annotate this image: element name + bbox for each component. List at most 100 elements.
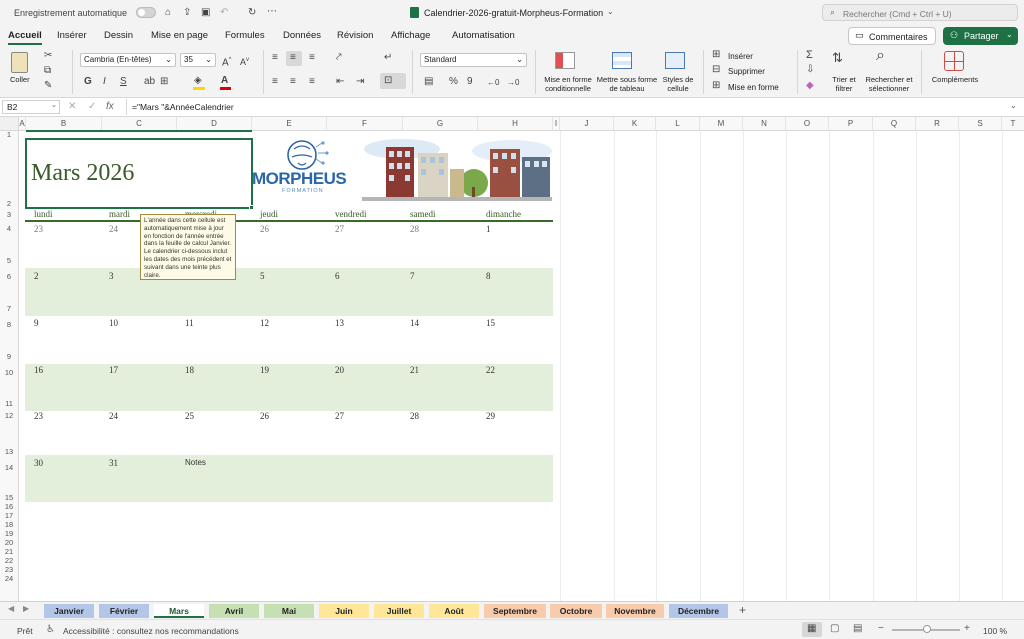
conditional-format-icon[interactable] (555, 52, 575, 69)
day-cell[interactable]: 16 (34, 365, 43, 375)
day-cell[interactable]: 27 (335, 411, 344, 421)
table-format-label[interactable]: Mettre sous forme de tableau (596, 75, 658, 93)
column-header-n[interactable]: N (743, 117, 786, 131)
align-left-icon[interactable]: ≡ (272, 76, 278, 88)
row-header-19[interactable]: 19 (0, 529, 19, 538)
row-header-11[interactable]: 11 (0, 397, 19, 411)
font-size-select[interactable]: 35 ⌄ (180, 53, 216, 67)
tab-accueil[interactable]: Accueil (8, 30, 42, 45)
merge-center-button[interactable]: ⊡ (380, 73, 406, 89)
row-header-15[interactable]: 15 (0, 493, 19, 502)
day-cell[interactable]: 13 (335, 318, 344, 328)
row-header-22[interactable]: 22 (0, 556, 19, 565)
day-cell[interactable]: 22 (486, 365, 495, 375)
sheet-tab-fevrier[interactable]: Février (99, 604, 149, 618)
column-header-l[interactable]: L (656, 117, 700, 131)
column-header-o[interactable]: O (786, 117, 829, 131)
day-cell[interactable]: 2 (34, 271, 39, 281)
column-header-a[interactable]: A (19, 117, 26, 131)
redo-icon[interactable]: ↻ (248, 7, 256, 19)
row-header-6[interactable]: 6 (0, 268, 19, 302)
day-cell[interactable]: 24 (109, 411, 118, 421)
accessibility-status[interactable]: Accessibilité : consultez nos recommanda… (63, 626, 239, 636)
zoom-in-icon[interactable]: + (964, 623, 970, 634)
column-header-e[interactable]: E (252, 117, 327, 131)
decrease-font-icon[interactable]: Av (240, 54, 249, 68)
cancel-icon[interactable]: ✕ (68, 101, 76, 113)
search-input[interactable]: Rechercher (Cmd + Ctrl + U) (843, 9, 952, 19)
home-icon[interactable]: ⌂ (165, 7, 171, 19)
sheet-tab-janvier[interactable]: Janvier (44, 604, 94, 618)
row-header-5[interactable]: 5 (0, 254, 19, 268)
column-header-t[interactable]: T (1002, 117, 1024, 131)
day-cell[interactable]: 29 (486, 411, 495, 421)
column-header-j[interactable]: J (560, 117, 614, 131)
row-header-10[interactable]: 10 (0, 364, 19, 397)
sheet-tab-mai[interactable]: Mai (264, 604, 314, 618)
row-header-9[interactable]: 9 (0, 350, 19, 364)
title-cell-selected[interactable]: Mars 2026 (25, 138, 254, 210)
row-header-20[interactable]: 20 (0, 538, 19, 547)
day-cell[interactable]: 20 (335, 365, 344, 375)
fill-color-icon[interactable]: ◈ (194, 75, 202, 87)
align-right-icon[interactable]: ≡ (309, 76, 315, 88)
row-header-1[interactable]: 1 (0, 131, 19, 139)
comments-button[interactable]: ▭ Commentaires (848, 27, 936, 45)
row-header-3[interactable]: 3 (0, 209, 19, 220)
day-cell[interactable]: 12 (260, 318, 269, 328)
confirm-icon[interactable]: ✓ (88, 101, 96, 113)
column-header-c[interactable]: C (102, 117, 177, 131)
row-header-13[interactable]: 13 (0, 445, 19, 459)
day-cell[interactable]: 26 (260, 411, 269, 421)
font-name-select[interactable]: Cambria (En-têtes) ⌄ (80, 53, 176, 67)
zoom-slider-thumb[interactable] (923, 625, 931, 633)
sort-filter-icon[interactable]: ⇅ (832, 51, 843, 64)
worksheet-grid[interactable]: A B C D E F G H I J K L M N O P Q R S T … (0, 117, 1024, 602)
day-cell[interactable]: 21 (410, 365, 419, 375)
tab-revision[interactable]: Révision (337, 30, 373, 41)
percent-icon[interactable]: % (449, 76, 458, 88)
share-button[interactable]: ⚇ Partager ⌄ (943, 27, 1018, 45)
day-cell[interactable]: 26 (260, 224, 269, 234)
insert-label[interactable]: Insérer (728, 52, 753, 61)
fill-icon[interactable]: ⇩ (806, 64, 814, 76)
column-header-p[interactable]: P (829, 117, 873, 131)
fx-icon[interactable]: fx (106, 101, 114, 112)
next-sheet-icon[interactable]: ▶ (23, 604, 29, 613)
sheet-tab-juin[interactable]: Juin (319, 604, 369, 618)
normal-view-button[interactable]: ▦ (802, 622, 822, 637)
column-header-i[interactable]: I (553, 117, 560, 131)
day-cell[interactable]: 1 (486, 224, 491, 234)
zoom-out-icon[interactable]: − (878, 623, 884, 634)
row-header-21[interactable]: 21 (0, 547, 19, 556)
save-icon[interactable]: ▣ (201, 7, 210, 19)
page-layout-icon[interactable]: ▢ (830, 623, 839, 634)
tab-formules[interactable]: Formules (225, 30, 265, 41)
day-cell[interactable]: 5 (260, 271, 265, 281)
day-cell[interactable]: 28 (410, 411, 419, 421)
row-header-23[interactable]: 23 (0, 565, 19, 574)
row-header-2[interactable]: 2 (0, 139, 19, 209)
row-header-16[interactable]: 16 (0, 502, 19, 511)
decrease-decimal-icon[interactable]: →0 (507, 77, 519, 89)
align-top-icon[interactable]: ≡ (272, 52, 278, 64)
autosum-icon[interactable]: Σ (806, 49, 813, 61)
share-icon[interactable]: ⇪ (183, 7, 191, 19)
more-icon[interactable]: ⋯ (267, 6, 277, 18)
row-header-4[interactable]: 4 (0, 220, 19, 254)
day-cell[interactable]: 8 (486, 271, 491, 281)
chevron-down-icon[interactable]: ⌄ (607, 7, 614, 16)
borders-icon[interactable]: ⊞ (160, 76, 168, 88)
row-header-14[interactable]: 14 (0, 459, 19, 493)
sort-filter-label[interactable]: Trier et filtrer (826, 75, 862, 93)
day-cell[interactable]: 30 (34, 458, 43, 468)
day-cell[interactable]: 25 (185, 411, 194, 421)
align-middle-button[interactable]: ≡ (286, 51, 302, 66)
day-cell[interactable]: 19 (260, 365, 269, 375)
tab-affichage[interactable]: Affichage (391, 30, 430, 41)
increase-font-icon[interactable]: A^ (222, 54, 232, 69)
row-header-24[interactable]: 24 (0, 574, 19, 583)
day-cell[interactable]: 28 (410, 224, 419, 234)
format-cells-icon[interactable]: ⊞ (712, 80, 720, 92)
column-header-s[interactable]: S (959, 117, 1002, 131)
